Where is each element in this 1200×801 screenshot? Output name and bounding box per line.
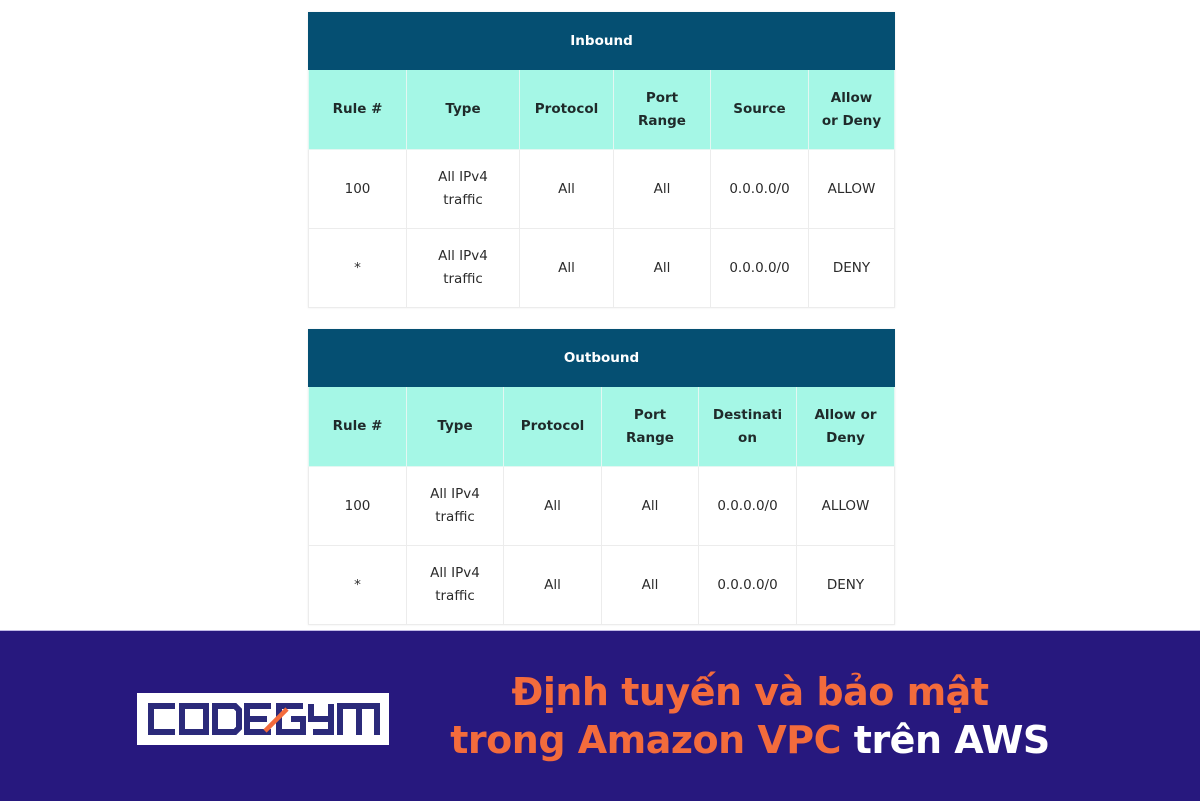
table-title: Inbound [307, 12, 896, 70]
cell-port-range: All [601, 466, 699, 546]
cell-destination: 0.0.0.0/0 [698, 545, 797, 625]
table-row: 100 All IPv4 traffic All All 0.0.0.0/0 A… [308, 149, 896, 229]
cell-action: ALLOW [796, 466, 895, 546]
cell-protocol: All [503, 545, 602, 625]
headline-line-2: trong Amazon VPC trên AWS [420, 716, 1080, 764]
cell-type: All IPv4 traffic [406, 228, 520, 308]
column-header-row: Rule # Type Protocol Port Range Destinati… [308, 386, 895, 467]
table-row: * All IPv4 traffic All All 0.0.0.0/0 DEN… [308, 228, 896, 308]
cell-action: DENY [807, 228, 896, 308]
column-header-port-range: Port Range [613, 69, 711, 150]
cell-source: 0.0.0.0/0 [710, 228, 809, 308]
cell-type: All IPv4 traffic [406, 466, 504, 546]
inbound-rules-table: Inbound Rule # Type Protocol Port Range S… [307, 12, 896, 308]
column-header-protocol: Protocol [519, 69, 614, 150]
table-title: Outbound [308, 329, 895, 387]
cell-port-range: All [601, 545, 699, 625]
cell-protocol: All [519, 228, 614, 308]
column-header-rule: Rule # [308, 386, 407, 467]
cell-destination: 0.0.0.0/0 [698, 466, 797, 546]
table-row: * All IPv4 traffic All All 0.0.0.0/0 DEN… [308, 545, 895, 625]
cell-rule: 100 [308, 149, 407, 229]
cell-source: 0.0.0.0/0 [710, 149, 809, 229]
column-header-rule: Rule # [308, 69, 407, 150]
cell-rule: * [308, 228, 407, 308]
cell-rule: * [308, 545, 407, 625]
headline: Định tuyến và bảo mật trong Amazon VPC t… [420, 668, 1080, 764]
cell-action: DENY [796, 545, 895, 625]
cell-type: All IPv4 traffic [406, 545, 504, 625]
headline-line-1: Định tuyến và bảo mật [511, 670, 989, 714]
column-header-source: Source [710, 69, 809, 150]
column-header-allow-deny: Allow or Deny [796, 386, 895, 467]
table-row: 100 All IPv4 traffic All All 0.0.0.0/0 A… [308, 466, 895, 546]
cell-port-range: All [613, 228, 711, 308]
cell-port-range: All [613, 149, 711, 229]
headline-line-2-white: trên AWS [853, 718, 1050, 762]
outbound-rules-table: Outbound Rule # Type Protocol Port Range … [308, 329, 895, 625]
codegym-logo: CODEGYM [137, 693, 389, 745]
cell-protocol: All [519, 149, 614, 229]
cell-type: All IPv4 traffic [406, 149, 520, 229]
column-header-row: Rule # Type Protocol Port Range Source Al… [308, 69, 896, 150]
column-header-destination: Destinati on [698, 386, 797, 467]
cell-protocol: All [503, 466, 602, 546]
cell-rule: 100 [308, 466, 407, 546]
column-header-allow-deny: Allow or Deny [807, 69, 896, 150]
column-header-type: Type [406, 69, 520, 150]
cell-action: ALLOW [807, 149, 896, 229]
codegym-logo-mark [148, 703, 380, 735]
column-header-protocol: Protocol [503, 386, 602, 467]
column-header-port-range: Port Range [601, 386, 699, 467]
column-header-type: Type [406, 386, 504, 467]
headline-line-2-orange: trong Amazon VPC [450, 718, 842, 762]
